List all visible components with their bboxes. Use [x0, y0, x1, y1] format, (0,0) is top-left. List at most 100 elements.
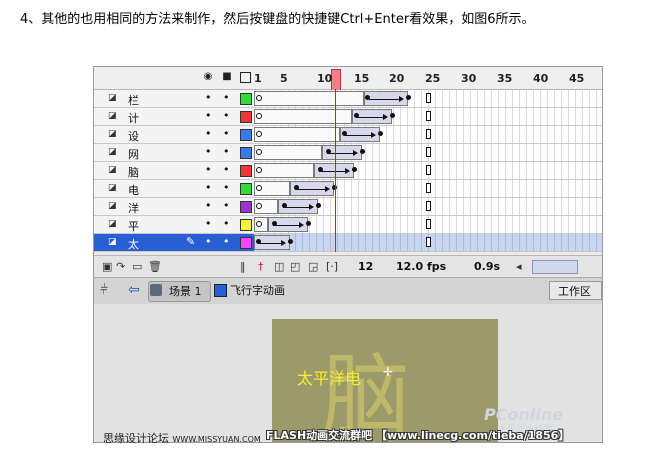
lock-dot[interactable]: • [223, 181, 230, 194]
lock-dot[interactable]: • [223, 235, 230, 248]
layer-icon: ◪ [108, 147, 117, 157]
outline-square-icon[interactable] [240, 72, 251, 83]
frame-track[interactable] [254, 108, 602, 125]
scene-icon [150, 284, 162, 296]
layer-icon: ◪ [108, 183, 117, 193]
frame-track[interactable] [254, 180, 602, 197]
visibility-dot[interactable]: • [205, 145, 212, 158]
lock-dot[interactable]: • [223, 217, 230, 230]
add-guide-layer-icon[interactable]: ↷ [116, 260, 125, 273]
layer-row[interactable]: ◪ 网 • • [94, 144, 602, 162]
onion-markers-icon[interactable]: [·] [326, 260, 338, 273]
frame-number: 45 [569, 72, 585, 85]
layer-name: 洋 [128, 202, 139, 215]
visibility-dot[interactable]: • [205, 91, 212, 104]
frame-number: 25 [425, 72, 441, 85]
center-frame-icon[interactable]: † [258, 260, 264, 273]
layer-icon: ◪ [108, 237, 117, 247]
frame-number: 30 [461, 72, 477, 85]
timeline-status-bar: ▣ ↷ ▭ 🗑 ‖ † ◫ ◰ ◲ [·] 12 12.0 fps 0.9s ◂ [94, 255, 602, 276]
insert-folder-icon[interactable]: ▭ [132, 260, 142, 273]
lock-dot[interactable]: • [223, 145, 230, 158]
layer-color-swatch[interactable] [240, 147, 252, 159]
layer-color-swatch[interactable] [240, 129, 252, 141]
crosshair-cursor-icon: ✛ [383, 365, 394, 379]
current-frame-readout: 12 [358, 260, 374, 273]
layer-name: 平 [128, 220, 139, 233]
onion-outline-icon[interactable]: ◰ [290, 260, 300, 273]
frame-track[interactable] [254, 234, 602, 251]
missyuan-watermark: 思缘设计论坛 WWW.MISSYUAN.COM [103, 430, 261, 446]
layer-row-selected[interactable]: ◪ 太 ✎ • • [94, 234, 602, 252]
layer-row[interactable]: ◪ 电 • • [94, 180, 602, 198]
layer-icon: ◪ [108, 93, 117, 103]
lock-icon[interactable]: ■ [221, 71, 233, 83]
delete-layer-icon[interactable]: 🗑 [148, 260, 162, 273]
back-arrow-icon[interactable]: ⇦ [128, 282, 140, 298]
frame-number: 1 [254, 72, 262, 85]
frame-number: 10 [317, 72, 333, 85]
layer-row[interactable]: ◪ 设 • • [94, 126, 602, 144]
pencil-icon: ✎ [186, 235, 196, 248]
edit-multiple-frames-icon[interactable]: ◲ [308, 260, 318, 273]
layer-name: 栏 [128, 94, 139, 107]
frame-number: 20 [389, 72, 405, 85]
playhead-marker[interactable] [331, 69, 341, 91]
layer-name: 太 [128, 238, 139, 251]
visibility-dot[interactable]: • [205, 217, 212, 230]
layer-name: 脑 [128, 166, 139, 179]
frame-track[interactable] [254, 126, 602, 143]
frame-track[interactable] [254, 144, 602, 161]
frame-number: 5 [280, 72, 288, 85]
visibility-dot[interactable]: • [205, 235, 212, 248]
eye-icon[interactable]: ◉ [202, 71, 214, 83]
visibility-dot[interactable]: • [205, 199, 212, 212]
stage-canvas[interactable]: 脑 太平洋电 ✛ [272, 319, 498, 442]
lock-dot[interactable]: • [223, 163, 230, 176]
lock-dot[interactable]: • [223, 91, 230, 104]
flash-window: ◉ ■ 1 5 10 15 20 25 30 35 40 45 ◪ 栏 • • … [93, 66, 603, 443]
missyuan-name: 思缘设计论坛 [103, 432, 169, 445]
frame-track[interactable] [254, 90, 602, 107]
lock-dot[interactable]: • [223, 109, 230, 122]
layer-row[interactable]: ◪ 计 • • [94, 108, 602, 126]
layer-icon: ◪ [108, 201, 117, 211]
frame-track[interactable] [254, 216, 602, 233]
edit-bar: ⫩ ⇦ 场景 1 飞行字动画 工作区 ∨ [94, 277, 602, 317]
workspace-dropdown[interactable]: 工作区 ∨ [549, 281, 602, 317]
frame-track[interactable] [254, 162, 602, 179]
visibility-dot[interactable]: • [205, 163, 212, 176]
onion-skin-icon[interactable]: ◫ [274, 260, 284, 273]
layer-icon: ◪ [108, 165, 117, 175]
visibility-dot[interactable]: • [205, 109, 212, 122]
layer-row[interactable]: ◪ 平 • • [94, 216, 602, 234]
layer-row[interactable]: ◪ 洋 • • [94, 198, 602, 216]
layer-color-swatch[interactable] [240, 219, 252, 231]
timeline-ruler: ◉ ■ 1 5 10 15 20 25 30 35 40 45 [94, 67, 602, 91]
scroll-left-icon[interactable]: ◂ [516, 260, 522, 273]
animated-text: 太平洋电 [297, 369, 362, 388]
layer-color-swatch[interactable] [240, 201, 252, 213]
lock-dot[interactable]: • [223, 199, 230, 212]
insert-layer-icon[interactable]: ▣ [102, 260, 112, 273]
frame-track[interactable] [254, 198, 602, 215]
forum-watermark: FLASH动画交流群吧 【www.linecg.com/tieba/1856】 [266, 429, 570, 442]
movieclip-icon [214, 284, 227, 297]
layer-row[interactable]: ◪ 脑 • • [94, 162, 602, 180]
scroll-handle-icon[interactable]: ‖ [240, 260, 246, 273]
lock-dot[interactable]: • [223, 127, 230, 140]
layer-color-swatch[interactable] [240, 165, 252, 177]
visibility-dot[interactable]: • [205, 181, 212, 194]
layer-color-swatch[interactable] [240, 237, 252, 249]
timeline-toggle-icon[interactable]: ⫩ [100, 282, 108, 298]
layer-name: 网 [128, 148, 139, 161]
layer-name: 电 [128, 184, 139, 197]
layer-color-swatch[interactable] [240, 183, 252, 195]
visibility-dot[interactable]: • [205, 127, 212, 140]
layer-color-swatch[interactable] [240, 93, 252, 105]
layer-icon: ◪ [108, 129, 117, 139]
layer-row[interactable]: ◪ 栏 • • [94, 90, 602, 108]
breadcrumb-symbol[interactable]: 飞行字动画 [230, 282, 285, 298]
timeline-scrollbar[interactable] [532, 260, 578, 274]
layer-color-swatch[interactable] [240, 111, 252, 123]
